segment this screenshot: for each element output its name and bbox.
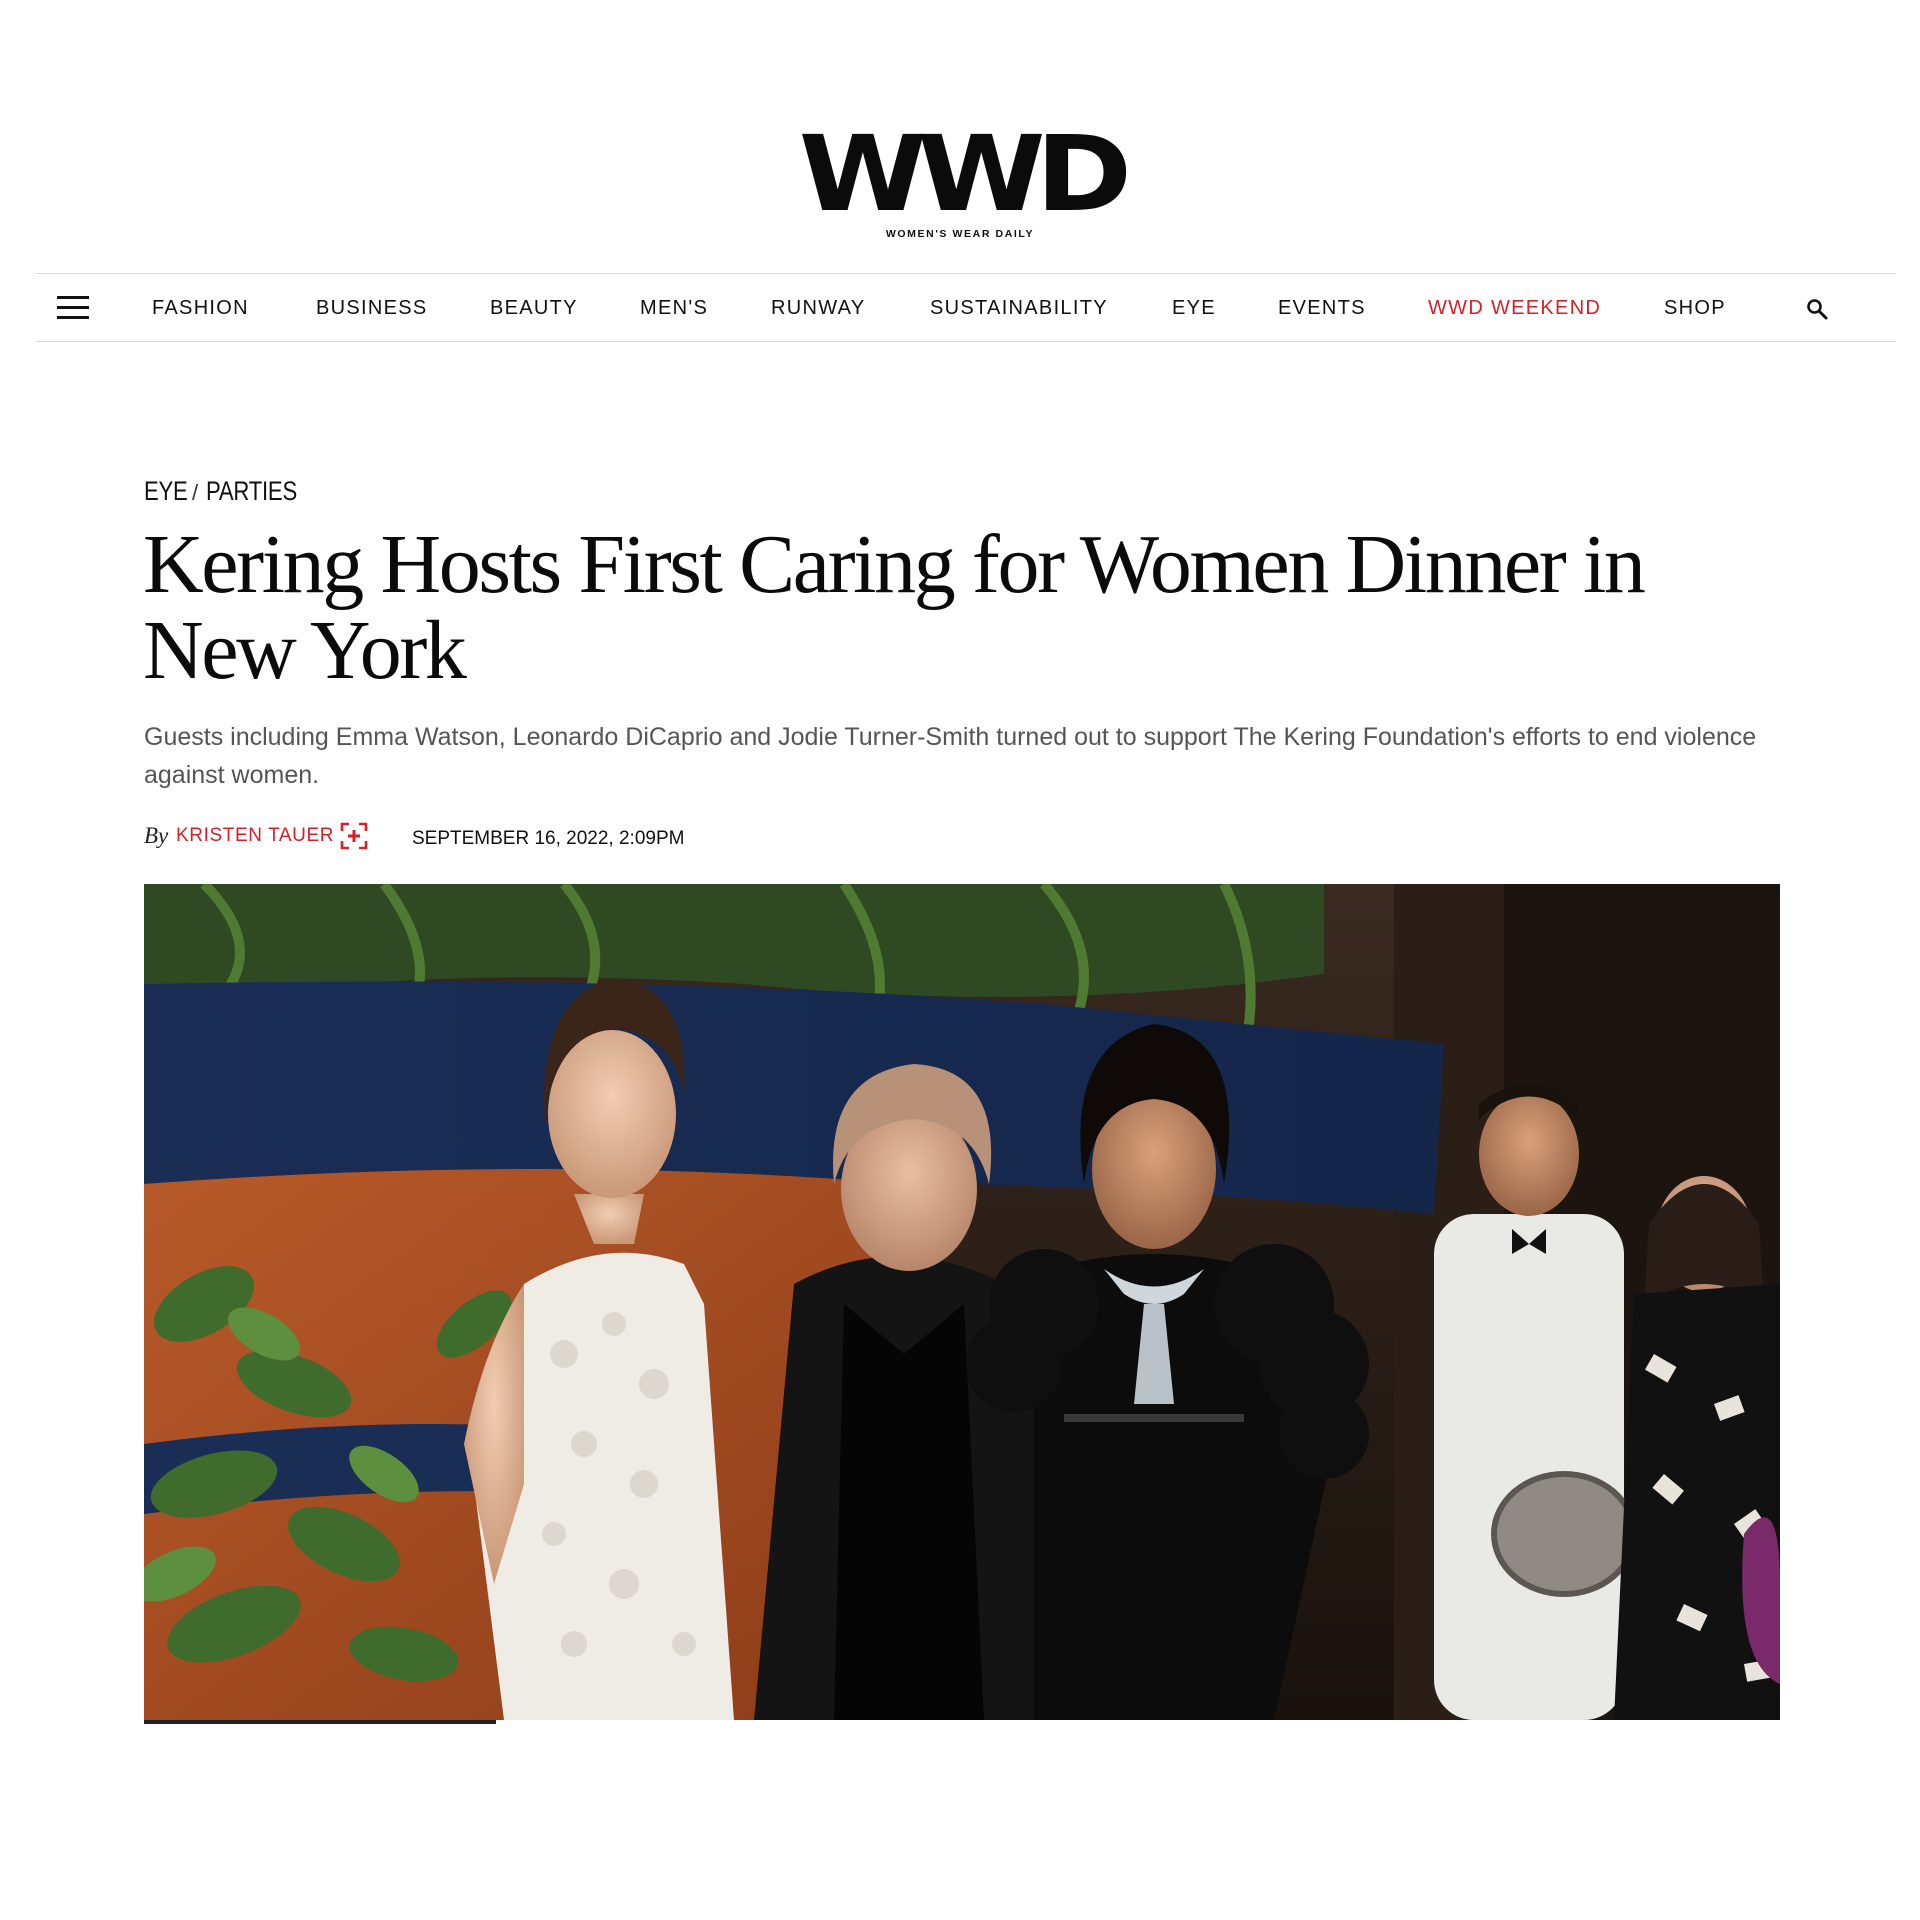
hero-photo-illustration [144, 884, 1780, 1720]
byline-prefix: By [144, 823, 169, 848]
nav-item-eye[interactable]: EYE [1172, 297, 1216, 320]
article-dek: Guests including Emma Watson, Leonardo D… [144, 723, 1757, 789]
main-navigation: FASHION BUSINESS BEAUTY MEN'S RUNWAY SUS… [35, 273, 1896, 342]
breadcrumb-separator: / [192, 480, 198, 505]
nav-item-business[interactable]: BUSINESS [316, 297, 428, 320]
nav-item-wwd-weekend[interactable]: WWD WEEKEND [1428, 297, 1601, 320]
nav-item-sustainability[interactable]: SUSTAINABILITY [930, 297, 1108, 320]
nav-item-mens[interactable]: MEN'S [640, 297, 708, 320]
masthead: WWD WOMEN'S WEAR DAILY [0, 122, 1920, 242]
author-link[interactable]: KRISTEN TAUER [176, 825, 334, 847]
article-headline: Kering Hosts First Caring for Women Dinn… [143, 518, 1646, 697]
follow-author-plus-icon[interactable] [340, 822, 368, 850]
nav-item-fashion[interactable]: FASHION [152, 297, 249, 320]
nav-item-events[interactable]: EVENTS [1278, 297, 1366, 320]
nav-item-shop[interactable]: SHOP [1664, 297, 1726, 320]
wwd-logo[interactable]: WWD WOMEN'S WEAR DAILY [798, 122, 1131, 240]
nav-item-runway[interactable]: RUNWAY [771, 297, 865, 320]
breadcrumb: EYE / PARTIES [144, 476, 306, 507]
breadcrumb-parties[interactable]: PARTIES [206, 476, 297, 507]
hero-photo[interactable] [144, 884, 1780, 1720]
logo-wordmark: WWD [798, 113, 1131, 235]
breadcrumb-eye[interactable]: EYE [144, 476, 188, 507]
publish-date: SEPTEMBER 16, 2022, 2:09PM [412, 828, 685, 849]
image-load-progress-bar [144, 1720, 496, 1724]
search-icon[interactable] [1805, 297, 1829, 321]
hamburger-menu-icon[interactable] [57, 296, 89, 320]
nav-item-beauty[interactable]: BEAUTY [490, 297, 578, 320]
